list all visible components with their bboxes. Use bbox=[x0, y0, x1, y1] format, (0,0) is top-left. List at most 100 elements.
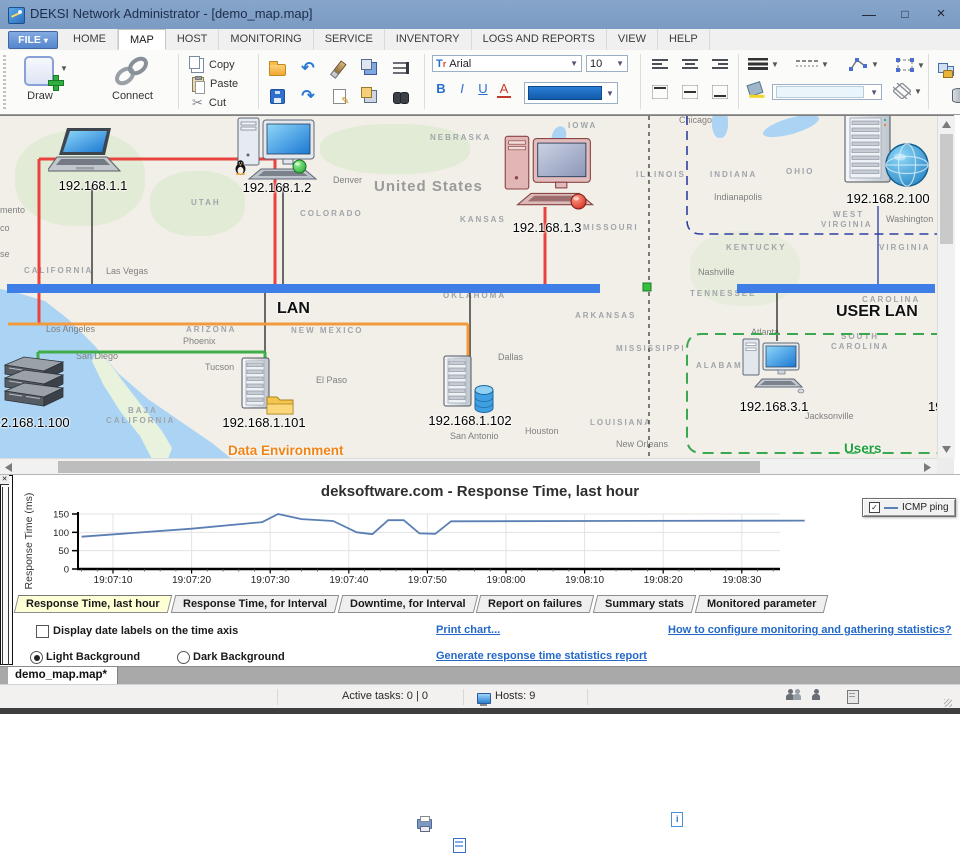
device-192.168.1.100[interactable] bbox=[2, 353, 66, 414]
device-label-192.168.1.1[interactable]: 192.168.1.1 bbox=[59, 178, 128, 193]
connect-button[interactable]: Connect bbox=[95, 90, 170, 102]
ribbon-tab-view[interactable]: VIEW bbox=[607, 29, 658, 50]
zone-label-user-lan[interactable]: USER LAN bbox=[836, 303, 918, 321]
device-192.168.1.2[interactable] bbox=[236, 116, 320, 190]
device-label-192.168.1.101[interactable]: 192.168.1.101 bbox=[222, 415, 305, 430]
font-color-button[interactable]: A bbox=[497, 81, 511, 98]
bold-button[interactable]: B bbox=[432, 81, 450, 96]
send-backward-button[interactable] bbox=[359, 86, 381, 106]
file-menu-button[interactable]: FILE ▾ bbox=[8, 31, 58, 49]
chart-tab-monitored-parameter[interactable]: Monitored parameter bbox=[695, 595, 829, 613]
map-vertical-scrollbar[interactable] bbox=[937, 116, 955, 458]
map-objects-lock-icon[interactable] bbox=[938, 63, 953, 78]
dark-background-radio[interactable] bbox=[177, 651, 190, 664]
howto-configure-link[interactable]: How to configure monitoring and gatherin… bbox=[668, 624, 952, 636]
print-chart-link[interactable]: Print chart... bbox=[436, 624, 500, 636]
chart-tab-report-on-failures[interactable]: Report on failures bbox=[476, 595, 595, 613]
device-label-192.168.2.100[interactable]: 192.168.2.100 bbox=[846, 191, 929, 206]
toolbar-grip[interactable] bbox=[3, 55, 6, 109]
connector-style-button[interactable]: ▼ bbox=[848, 56, 879, 72]
device-label-192.168.1.100[interactable]: 192.168.1.100 bbox=[0, 415, 70, 430]
minimize-button[interactable]: — bbox=[852, 0, 886, 28]
valign-middle-button[interactable] bbox=[678, 83, 702, 101]
valign-bottom-button[interactable] bbox=[708, 83, 732, 101]
redo-button[interactable] bbox=[297, 86, 319, 106]
resize-grip[interactable] bbox=[944, 699, 952, 707]
database-info-icon[interactable] bbox=[952, 88, 960, 103]
edit-properties-button[interactable] bbox=[328, 86, 350, 107]
folder-open-button[interactable] bbox=[266, 58, 288, 78]
chart-legend[interactable]: ✓ ICMP ping bbox=[862, 498, 956, 517]
users-icon[interactable] bbox=[786, 689, 794, 701]
device-192.168.2.100[interactable] bbox=[842, 116, 930, 195]
close-button[interactable]: × bbox=[924, 0, 958, 28]
cut-button[interactable]: Cut bbox=[192, 94, 226, 112]
ribbon-tab-home[interactable]: HOME bbox=[62, 29, 118, 50]
device-label-192.168.1.3[interactable]: 192.168.1.3 bbox=[513, 220, 582, 235]
format-painter-button[interactable] bbox=[328, 58, 350, 78]
chart-tab-downtime-for-interval[interactable]: Downtime, for Interval bbox=[337, 595, 478, 613]
ribbon-tab-inventory[interactable]: INVENTORY bbox=[385, 29, 472, 50]
align-left-button[interactable] bbox=[648, 56, 672, 74]
scroll-down-icon[interactable] bbox=[942, 446, 951, 453]
connect-icon[interactable] bbox=[112, 54, 152, 88]
light-background-radio[interactable] bbox=[30, 651, 43, 664]
ribbon-tab-help[interactable]: HELP bbox=[658, 29, 710, 50]
hatch-style-button[interactable]: ▼ bbox=[893, 83, 922, 99]
user-icon[interactable] bbox=[812, 689, 820, 701]
fill-color-combo[interactable]: ▼ bbox=[772, 84, 882, 100]
network-map-canvas[interactable]: United States NEBRASKA IOWA UTAH COLORADO KAN… bbox=[0, 115, 954, 459]
scroll-left-icon[interactable] bbox=[5, 463, 12, 472]
text-color-combo[interactable]: ▼ bbox=[524, 82, 618, 104]
generate-report-link[interactable]: Generate response time statistics report bbox=[436, 650, 647, 662]
ribbon-tab-host[interactable]: HOST bbox=[166, 29, 220, 50]
save-button[interactable] bbox=[266, 86, 288, 106]
users-icon[interactable] bbox=[793, 689, 801, 701]
font-family-select[interactable]: Tr Arial ▼ bbox=[432, 55, 582, 72]
device-192.168.3.1[interactable] bbox=[740, 333, 806, 400]
font-size-select[interactable]: 10 ▼ bbox=[586, 55, 628, 72]
chart-tab-response-time-last-hour[interactable]: Response Time, last hour bbox=[13, 595, 172, 613]
device-label-192.168.3.1[interactable]: 192.168.3.1 bbox=[740, 399, 809, 414]
draw-button[interactable] bbox=[24, 56, 64, 91]
underline-button[interactable]: U bbox=[474, 81, 492, 96]
undo-button[interactable] bbox=[297, 58, 319, 78]
scrollbar-thumb[interactable] bbox=[58, 461, 760, 473]
align-edges-button[interactable] bbox=[390, 58, 412, 78]
italic-button[interactable]: I bbox=[453, 81, 471, 96]
map-horizontal-scrollbar[interactable] bbox=[0, 458, 937, 475]
scroll-right-icon[interactable] bbox=[924, 463, 931, 472]
paste-button[interactable]: Paste bbox=[192, 75, 238, 94]
title-bar[interactable]: DEKSI Network Administrator - [demo_map.… bbox=[0, 0, 960, 29]
align-right-button[interactable] bbox=[708, 56, 732, 74]
scroll-up-icon[interactable] bbox=[942, 121, 951, 128]
device-label-192.168.1.2[interactable]: 192.168.1.2 bbox=[243, 180, 312, 195]
line-style-button[interactable]: ▼ bbox=[796, 58, 829, 70]
ribbon-tab-logs-and-reports[interactable]: LOGS AND REPORTS bbox=[472, 29, 607, 50]
bring-forward-button[interactable] bbox=[359, 58, 381, 78]
shape-frame-button[interactable]: ▼ bbox=[896, 58, 925, 72]
ribbon-tab-map[interactable]: MAP bbox=[118, 29, 166, 50]
zone-label-lan[interactable]: LAN bbox=[277, 300, 310, 318]
zone-label-users[interactable]: Users bbox=[844, 441, 882, 456]
display-date-labels-checkbox[interactable] bbox=[36, 625, 49, 638]
device-192.168.1.1[interactable] bbox=[46, 127, 134, 182]
chart-tab-response-time-for-interval[interactable]: Response Time, for Interval bbox=[170, 595, 339, 613]
align-center-button[interactable] bbox=[678, 56, 702, 74]
ribbon-tab-service[interactable]: SERVICE bbox=[314, 29, 385, 50]
device-192.168.1.101[interactable] bbox=[238, 356, 296, 423]
device-label-192.168.1.102[interactable]: 192.168.1.102 bbox=[428, 413, 511, 428]
find-button[interactable] bbox=[390, 86, 412, 106]
fill-color-icon[interactable] bbox=[746, 81, 764, 97]
maximize-button[interactable]: □ bbox=[888, 0, 922, 28]
ribbon-tab-monitoring[interactable]: MONITORING bbox=[219, 29, 314, 50]
zone-label-data-environment[interactable]: Data Environment bbox=[228, 443, 344, 458]
valign-top-button[interactable] bbox=[648, 83, 672, 101]
copy-button[interactable]: Copy bbox=[189, 55, 235, 74]
log-page-icon[interactable] bbox=[847, 690, 860, 704]
legend-checkbox[interactable]: ✓ bbox=[869, 502, 880, 513]
chart-tab-summary-stats[interactable]: Summary stats bbox=[593, 595, 697, 613]
scrollbar-thumb[interactable] bbox=[940, 134, 953, 244]
draw-dropdown-caret[interactable]: ▼ bbox=[60, 64, 68, 73]
device-192.168.1.102[interactable] bbox=[442, 354, 498, 421]
